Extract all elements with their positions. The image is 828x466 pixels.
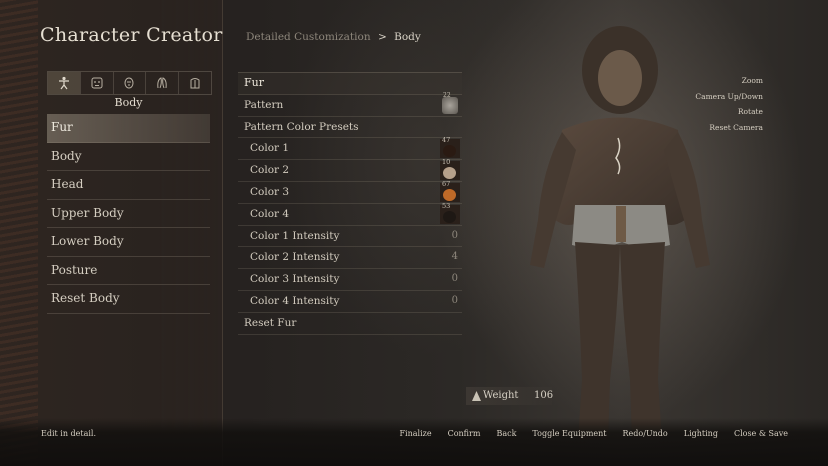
color-2-dot xyxy=(443,167,456,180)
menu-item-posture[interactable]: Posture xyxy=(47,257,210,285)
pattern-option[interactable]: Pattern 22 xyxy=(238,92,462,117)
confirm-button[interactable]: Confirm xyxy=(448,429,481,438)
category-subtitle: Body xyxy=(114,96,143,109)
weight-icon xyxy=(472,391,481,401)
category-icon-tabs xyxy=(47,71,212,95)
lighting-button[interactable]: Lighting xyxy=(684,429,718,438)
color-2-swatch: 10 xyxy=(440,158,460,181)
breadcrumb-parent: Detailed Customization xyxy=(246,31,371,43)
color-1-intensity-value: 0 xyxy=(451,229,458,241)
menu-item-upper-body[interactable]: Upper Body xyxy=(47,200,210,228)
color-4-label: Color 4 xyxy=(250,207,290,220)
reset-fur-button[interactable]: Reset Fur xyxy=(238,313,462,335)
color-4-intensity-slider[interactable]: Color 4 Intensity 0 xyxy=(238,291,462,313)
breadcrumb-current: Body xyxy=(394,31,421,43)
pattern-thumbnail: 22 xyxy=(442,92,458,114)
section-header-fur: Fur xyxy=(238,72,462,95)
camera-reset-label: Reset Camera xyxy=(709,122,763,132)
ears-icon[interactable] xyxy=(145,72,178,94)
color-4-intensity-label: Color 4 Intensity xyxy=(250,294,340,307)
color-2-option[interactable]: Color 2 10 xyxy=(238,158,462,182)
menu-item-head[interactable]: Head xyxy=(47,171,210,200)
camera-controls-legend: Zoom Camera Up/Down Rotate Reset Camera xyxy=(695,73,763,135)
color-4-dot xyxy=(443,210,456,223)
toggle-equipment-button[interactable]: Toggle Equipment xyxy=(532,429,606,438)
breadcrumb: Detailed Customization > Body xyxy=(246,31,421,43)
color-3-number: 67 xyxy=(442,179,451,188)
color-1-number: 47 xyxy=(442,136,451,145)
color-3-intensity-value: 0 xyxy=(451,273,458,285)
color-2-intensity-label: Color 2 Intensity xyxy=(250,251,340,264)
weight-label: Weight xyxy=(483,390,519,401)
color-1-option[interactable]: Color 1 47 xyxy=(238,136,462,161)
camera-up-down-label: Camera Up/Down xyxy=(695,91,763,101)
redo-undo-button[interactable]: Redo/Undo xyxy=(623,429,668,438)
color-1-intensity-label: Color 1 Intensity xyxy=(250,229,340,242)
color-3-intensity-label: Color 3 Intensity xyxy=(250,273,340,286)
breadcrumb-separator: > xyxy=(377,31,387,43)
camera-zoom-label: Zoom xyxy=(741,76,763,85)
color-2-label: Color 2 xyxy=(250,164,290,177)
weight-indicator: Weight 106 xyxy=(466,387,554,405)
color-4-option[interactable]: Color 4 53 xyxy=(238,201,462,226)
face-icon[interactable] xyxy=(79,72,113,94)
color-3-swatch: 67 xyxy=(440,179,460,202)
menu-item-lower-body[interactable]: Lower Body xyxy=(47,228,210,257)
color-4-intensity-value: 0 xyxy=(451,294,458,306)
fur-detail-panel: Fur Pattern 22 Pattern Color Presets Col… xyxy=(238,72,462,335)
body-figure-icon[interactable] xyxy=(48,72,80,94)
color-2-intensity-slider[interactable]: Color 2 Intensity 4 xyxy=(238,247,462,270)
color-3-dot xyxy=(443,188,456,201)
color-3-intensity-slider[interactable]: Color 3 Intensity 0 xyxy=(238,269,462,291)
color-1-dot xyxy=(443,145,456,158)
footer-actions: Finalize Confirm Back Toggle Equipment R… xyxy=(399,429,788,438)
pattern-number: 22 xyxy=(443,91,451,99)
color-3-label: Color 3 xyxy=(250,185,290,198)
footer-bar xyxy=(0,418,828,466)
pattern-color-presets-option[interactable]: Pattern Color Presets xyxy=(238,117,462,139)
back-button[interactable]: Back xyxy=(496,429,516,438)
menu-item-reset-body[interactable]: Reset Body xyxy=(47,285,210,314)
color-4-swatch: 53 xyxy=(440,201,460,224)
footer-hint: Edit in detail. xyxy=(41,429,97,438)
color-2-intensity-value: 4 xyxy=(451,251,458,263)
menu-item-body[interactable]: Body xyxy=(47,143,210,171)
color-1-intensity-slider[interactable]: Color 1 Intensity 0 xyxy=(238,226,462,248)
color-1-swatch: 47 xyxy=(440,136,460,159)
menu-item-fur[interactable]: Fur xyxy=(47,114,210,143)
weight-value: 106 xyxy=(534,390,554,401)
color-1-label: Color 1 xyxy=(250,142,290,155)
color-3-option[interactable]: Color 3 67 xyxy=(238,179,462,204)
pattern-label: Pattern xyxy=(244,98,284,111)
finalize-button[interactable]: Finalize xyxy=(399,429,431,438)
panel-texture xyxy=(0,0,38,466)
close-save-button[interactable]: Close & Save xyxy=(734,429,788,438)
page-title: Character Creator xyxy=(40,24,223,46)
body-menu: Fur Body Head Upper Body Lower Body Post… xyxy=(47,114,210,314)
color-4-number: 53 xyxy=(442,201,451,210)
color-2-number: 10 xyxy=(442,158,451,167)
torso-icon[interactable] xyxy=(178,72,211,94)
camera-rotate-label: Rotate xyxy=(737,107,763,116)
head-icon[interactable] xyxy=(112,72,146,94)
